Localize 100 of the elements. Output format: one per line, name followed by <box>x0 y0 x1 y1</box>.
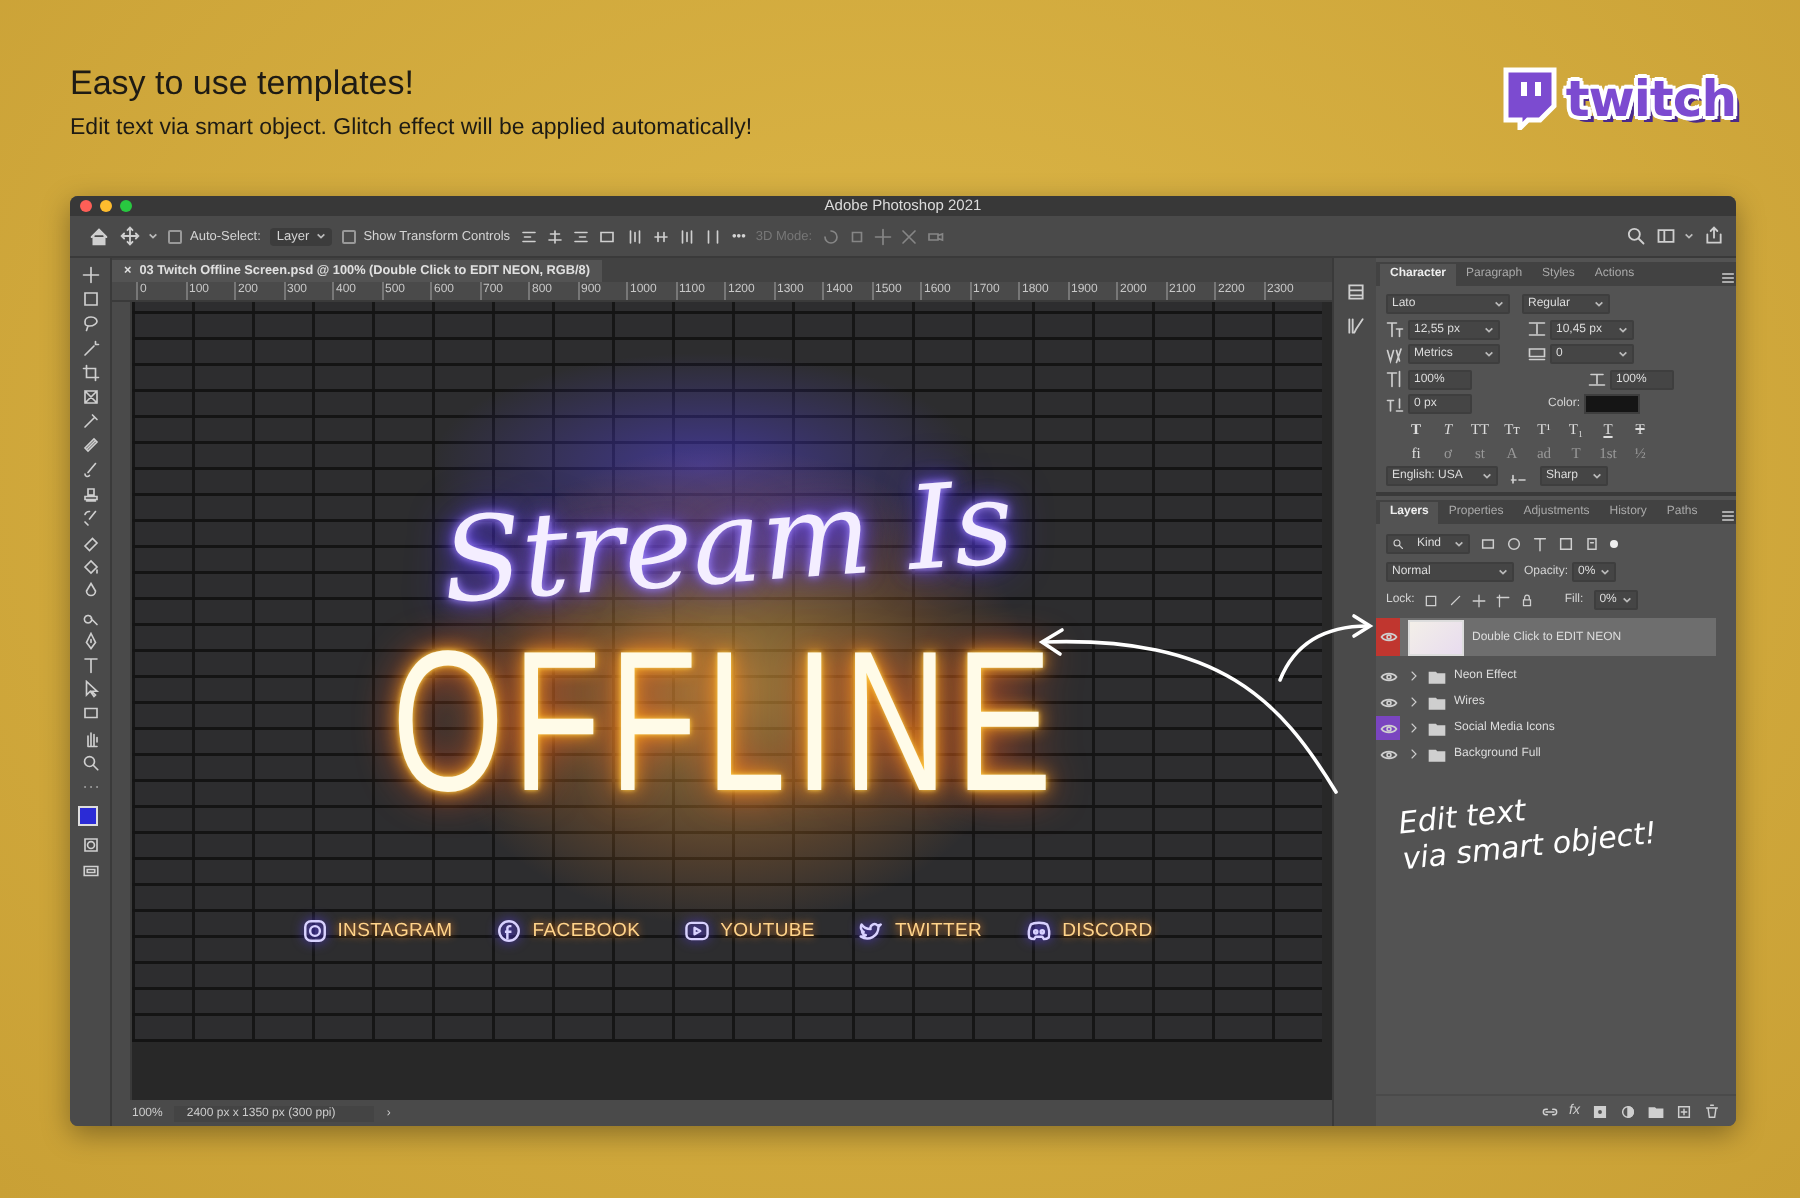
neon-title: OFFLINE <box>392 622 1062 822</box>
caret-icon <box>1482 472 1492 481</box>
share-icon[interactable] <box>1704 226 1724 246</box>
lock-pixels-icon[interactable] <box>1424 593 1439 607</box>
lock-position-icon[interactable] <box>1472 593 1487 607</box>
caret-icon <box>1484 325 1494 334</box>
chevron-icon[interactable] <box>1408 696 1420 708</box>
bucket-icon[interactable] <box>81 558 99 577</box>
3d-tool-icon[interactable] <box>926 227 945 245</box>
trash-icon[interactable] <box>1704 1103 1720 1119</box>
panel-menu-icon[interactable] <box>1720 508 1736 524</box>
panel-menu-icon[interactable] <box>1720 270 1736 286</box>
tracking-icon <box>1528 345 1546 364</box>
visibility-toggle[interactable] <box>1376 716 1400 740</box>
brush-icon[interactable] <box>81 461 99 479</box>
close-button[interactable] <box>80 200 92 212</box>
annotation-text: Edit text via smart object! <box>1396 790 1659 878</box>
caret-icon <box>1621 596 1632 604</box>
lasso-icon[interactable] <box>81 314 99 333</box>
search-icon <box>1392 538 1404 550</box>
lock-paint-icon[interactable] <box>1448 593 1463 607</box>
distribute-icon[interactable] <box>678 227 697 245</box>
chevron-icon[interactable] <box>1408 670 1420 682</box>
adjustment-layer-icon[interactable] <box>1620 1103 1636 1119</box>
eraser-icon[interactable] <box>81 534 99 553</box>
history-brush-icon[interactable] <box>81 509 99 528</box>
table-icon[interactable] <box>1345 282 1365 302</box>
minimize-button[interactable] <box>100 200 112 212</box>
move-icon[interactable] <box>81 266 99 284</box>
crop-icon[interactable] <box>81 363 99 382</box>
checkbox[interactable] <box>168 229 182 243</box>
hand-icon[interactable] <box>81 729 99 748</box>
maximize-button[interactable] <box>120 200 132 212</box>
type-tool-icon[interactable] <box>81 656 99 674</box>
distribute-icon[interactable] <box>704 227 723 245</box>
folder-icon[interactable] <box>1648 1103 1664 1119</box>
horizontal-scale-icon <box>1588 370 1606 389</box>
caret-icon <box>315 232 326 240</box>
text-color-swatch[interactable] <box>1584 394 1641 415</box>
leading-icon <box>1528 320 1546 339</box>
bandage-icon[interactable] <box>81 436 99 455</box>
filter-toggle[interactable] <box>1610 540 1618 548</box>
frame-icon[interactable] <box>81 387 99 406</box>
shape-filter-icon[interactable] <box>1558 536 1574 552</box>
page-title: Easy to use templates! <box>70 64 416 104</box>
drop-icon[interactable] <box>81 582 99 601</box>
move-icon[interactable] <box>120 226 140 246</box>
eye-icon <box>1379 667 1397 685</box>
align-icon[interactable] <box>598 227 617 245</box>
chevron-icon[interactable] <box>1408 722 1420 734</box>
home-icon[interactable] <box>88 225 110 247</box>
caret-icon <box>1684 232 1694 240</box>
brush-settings-icon[interactable] <box>1345 316 1365 336</box>
workspace-icon[interactable] <box>1656 226 1676 246</box>
distribute-icon[interactable] <box>652 227 671 245</box>
pen-icon[interactable] <box>81 631 99 650</box>
stamp-icon[interactable] <box>81 485 99 504</box>
marquee-icon[interactable] <box>81 290 99 309</box>
baseline-shift-icon <box>1386 395 1404 414</box>
adjustment-filter-icon[interactable] <box>1506 536 1522 552</box>
3d-tool-icon[interactable] <box>900 227 919 245</box>
youtube-icon <box>684 918 711 944</box>
checkbox[interactable] <box>341 229 356 243</box>
type-filter-icon[interactable] <box>1532 536 1548 552</box>
social-label: TWITTER <box>894 920 983 942</box>
caret-icon <box>1453 540 1464 548</box>
social-label: FACEBOOK <box>532 920 641 942</box>
zoom-icon[interactable] <box>81 753 99 772</box>
caret-icon <box>1592 472 1602 481</box>
caret-icon <box>148 232 158 240</box>
align-icon[interactable] <box>546 227 565 245</box>
distribute-icon[interactable] <box>626 227 645 245</box>
caret-icon <box>1618 325 1628 334</box>
search-icon[interactable] <box>1626 226 1646 246</box>
caret-icon <box>1494 300 1504 308</box>
screen-mode-icon[interactable] <box>81 861 99 879</box>
neon-headline: Stream Is <box>437 458 1017 626</box>
lock-artboard-icon[interactable] <box>1496 593 1511 607</box>
layer-thumbnail <box>1408 619 1464 655</box>
image-filter-icon[interactable] <box>1480 536 1496 552</box>
wand-icon[interactable] <box>81 339 99 358</box>
caret-icon <box>1498 568 1508 576</box>
arrow-cursor-icon[interactable] <box>81 680 99 699</box>
lock-icon[interactable] <box>1520 593 1535 607</box>
caret-icon <box>1618 350 1628 359</box>
color-swatches-icon[interactable] <box>77 806 97 827</box>
instagram-icon <box>301 918 328 944</box>
eyedropper-icon[interactable] <box>81 412 99 431</box>
mask-icon[interactable] <box>1592 1103 1608 1119</box>
align-icon[interactable] <box>520 227 539 245</box>
align-icon[interactable] <box>572 227 591 245</box>
visibility-toggle[interactable] <box>1376 618 1400 656</box>
font-size-icon <box>1386 320 1404 339</box>
smart-object-filter-icon[interactable] <box>1584 536 1600 552</box>
new-layer-icon[interactable] <box>1676 1103 1692 1119</box>
chevron-icon[interactable] <box>1408 748 1420 760</box>
rectangle-icon[interactable] <box>81 704 99 723</box>
link-icon[interactable] <box>1541 1103 1558 1119</box>
caret-icon <box>1594 300 1604 308</box>
quick-mask-icon[interactable] <box>81 836 99 855</box>
